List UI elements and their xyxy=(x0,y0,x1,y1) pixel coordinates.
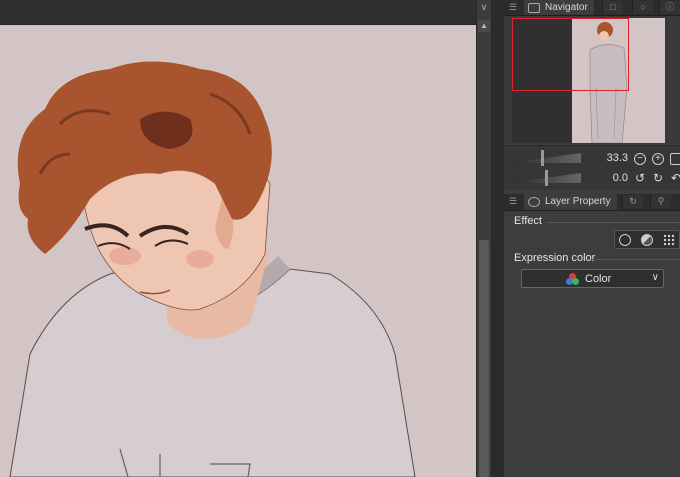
expression-color-divider xyxy=(592,259,680,260)
tab-navigator-label: Navigator xyxy=(545,2,588,13)
zoom-out-icon[interactable]: − xyxy=(634,153,646,165)
navigator-preview[interactable] xyxy=(504,16,680,144)
reset-rotation-icon[interactable]: ↶ xyxy=(670,172,680,185)
fit-view-icon[interactable] xyxy=(670,153,680,165)
border-effect-icon[interactable] xyxy=(619,234,631,246)
effect-buttons xyxy=(614,230,680,249)
chevron-down-icon[interactable]: ∨ xyxy=(479,2,489,12)
drawing-canvas[interactable] xyxy=(0,0,476,477)
rotate-left-icon[interactable]: ↺ xyxy=(634,172,646,185)
navigator-view-frame[interactable] xyxy=(512,18,629,91)
zoom-slider[interactable] xyxy=(509,150,581,166)
zoom-slider-track xyxy=(509,153,581,163)
info-icon: ⓘ xyxy=(665,2,675,12)
rotation-slider-knob[interactable] xyxy=(545,170,548,186)
expression-color-select[interactable]: Color ∨ xyxy=(521,269,664,288)
right-panel: ☰ Navigator □ ○ ⓘ 33.3 − + 0.0 ↺ ↻ ↶ ☰ L… xyxy=(504,0,680,477)
expression-color-value: Color xyxy=(585,273,612,285)
zoom-value: 33.3 xyxy=(606,152,628,164)
tab-item-bank[interactable]: ○ xyxy=(632,1,653,14)
navigator-tab-bar: ☰ Navigator □ ○ ⓘ xyxy=(504,0,680,16)
search-icon: ⚲ xyxy=(657,196,665,206)
zoom-in-icon[interactable]: + xyxy=(652,153,664,165)
tab-layer-other[interactable]: ⚲ xyxy=(650,195,671,208)
artwork-illustration xyxy=(9,61,416,477)
rotate-right-icon[interactable]: ↻ xyxy=(652,172,664,185)
rgb-color-icon xyxy=(566,273,580,285)
tab-sub-view[interactable]: □ xyxy=(602,1,623,14)
item-bank-icon: ○ xyxy=(640,2,646,12)
sub-view-icon: □ xyxy=(610,2,616,12)
layer-color-icon[interactable] xyxy=(641,234,653,246)
effect-divider xyxy=(546,222,680,223)
tab-info[interactable]: ⓘ xyxy=(659,1,680,14)
zoom-slider-knob[interactable] xyxy=(541,150,544,166)
rotation-slider[interactable] xyxy=(509,170,581,186)
hamburger-menu-icon[interactable]: ☰ xyxy=(506,0,520,15)
canvas-top-bar xyxy=(0,0,476,25)
panel-gutter xyxy=(491,0,504,477)
chevron-down-icon: ∨ xyxy=(651,272,659,283)
tab-layer-property[interactable]: Layer Property xyxy=(524,194,617,210)
scrollbar-thumb[interactable] xyxy=(479,240,489,477)
layer-property-tab-bar: ☰ Layer Property ↻ ⚲ xyxy=(504,194,680,211)
navigator-icon xyxy=(528,2,540,13)
tab-layer-search[interactable]: ↻ xyxy=(622,195,643,208)
canvas-vertical-scrollbar[interactable]: ∨ ▲ xyxy=(476,0,491,477)
expression-color-label: Expression color xyxy=(514,252,596,264)
rotation-value: 0.0 xyxy=(612,172,628,184)
tab-layer-property-label: Layer Property xyxy=(545,196,611,207)
tone-icon[interactable] xyxy=(663,234,675,246)
tab-navigator[interactable]: Navigator xyxy=(524,0,594,15)
navigator-controls: 33.3 − + 0.0 ↺ ↻ ↶ xyxy=(504,145,680,190)
hamburger-menu-icon[interactable]: ☰ xyxy=(506,194,520,209)
effect-label: Effect xyxy=(514,215,542,227)
layer-search-icon: ↻ xyxy=(629,196,637,206)
scroll-up-arrow-icon[interactable]: ▲ xyxy=(478,20,490,32)
layer-property-icon xyxy=(528,197,540,207)
